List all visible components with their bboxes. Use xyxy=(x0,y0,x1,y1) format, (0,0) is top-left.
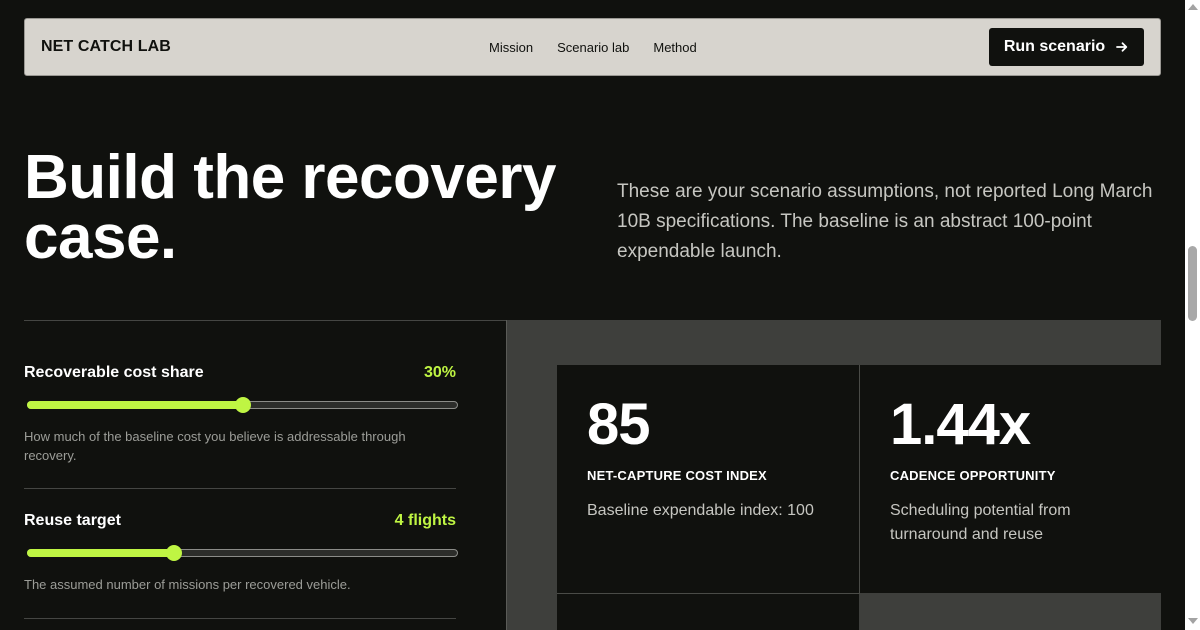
metric-value: 1.44x xyxy=(890,392,1031,457)
section-divider xyxy=(24,320,506,321)
nav-link-method[interactable]: Method xyxy=(653,40,696,55)
arrow-right-icon xyxy=(1116,42,1128,52)
slider-thumb[interactable] xyxy=(165,545,182,561)
control-header: Recoverable cost share 30% xyxy=(24,364,456,382)
metric-card-cost-index: 85 NET-CAPTURE COST INDEX Baseline expen… xyxy=(557,365,859,593)
metric-label: CADENCE OPPORTUNITY xyxy=(890,468,1056,483)
run-scenario-button[interactable]: Run scenario xyxy=(989,28,1144,66)
page-scrollbar[interactable] xyxy=(1185,0,1200,630)
nav-link-mission[interactable]: Mission xyxy=(489,40,533,55)
control-value: 30% xyxy=(423,364,456,381)
control-recoverable-cost-share: Recoverable cost share 30% How much of t… xyxy=(24,364,458,465)
slider-fill xyxy=(27,549,174,557)
metric-card-cadence: 1.44x CADENCE OPPORTUNITY Scheduling pot… xyxy=(860,365,1161,593)
control-reuse-target: Reuse target 4 flights The assumed numbe… xyxy=(24,512,458,594)
scroll-down-arrow-icon[interactable] xyxy=(1188,618,1198,624)
control-label: Recoverable cost share xyxy=(24,364,204,381)
control-help-text: The assumed number of missions per recov… xyxy=(24,577,351,592)
control-label: Reuse target xyxy=(24,512,121,529)
scroll-thumb[interactable] xyxy=(1188,246,1197,321)
scroll-up-arrow-icon[interactable] xyxy=(1188,4,1198,10)
top-nav: NET CATCH LAB Mission Scenario lab Metho… xyxy=(24,18,1161,76)
metric-note: Baseline expendable index: 100 xyxy=(587,502,814,519)
nav-links: Mission Scenario lab Method xyxy=(489,40,697,55)
metric-value: 85 xyxy=(587,392,651,457)
control-header: Reuse target 4 flights xyxy=(24,512,456,530)
nav-link-scenario-lab[interactable]: Scenario lab xyxy=(557,40,629,55)
metric-label: NET-CAPTURE COST INDEX xyxy=(587,468,767,483)
control-divider xyxy=(24,618,456,619)
slider-fill xyxy=(27,401,243,409)
card-divider-horizontal xyxy=(557,593,859,594)
recoverable-cost-share-slider[interactable] xyxy=(24,397,458,413)
reuse-target-slider[interactable] xyxy=(24,545,458,561)
slider-thumb[interactable] xyxy=(234,397,251,413)
brand-logo[interactable]: NET CATCH LAB xyxy=(41,38,171,56)
hero-title: Build the recovery case. xyxy=(24,143,556,272)
control-value: 4 flights xyxy=(394,512,456,529)
run-scenario-label: Run scenario xyxy=(1003,38,1106,55)
card-divider-vertical xyxy=(859,365,860,594)
control-help-text: How much of the baseline cost you believ… xyxy=(24,429,406,463)
metric-note: Scheduling potential from turnaround and… xyxy=(890,502,1071,543)
hero-description: These are your scenario assumptions, not… xyxy=(617,181,1153,262)
metric-card-partial xyxy=(557,594,859,630)
control-divider xyxy=(24,488,456,489)
